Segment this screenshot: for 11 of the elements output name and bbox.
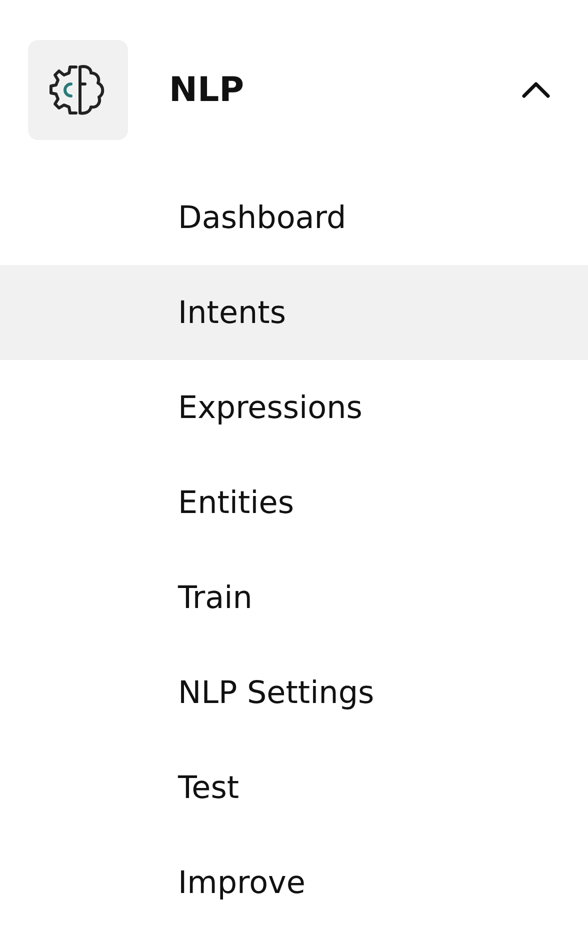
section-title: NLP (169, 70, 246, 110)
menu-item[interactable]: Improve (0, 835, 588, 926)
gear-brain-icon (49, 64, 107, 116)
menu-item[interactable]: Dashboard (0, 170, 588, 265)
menu-item[interactable]: Entities (0, 455, 588, 550)
menu-item[interactable]: Expressions (0, 360, 588, 455)
menu-item[interactable]: NLP Settings (0, 645, 588, 740)
caret-icon[interactable] (521, 81, 551, 99)
menu-item[interactable]: Intents (0, 265, 588, 360)
menu-item[interactable]: Test (0, 740, 588, 835)
menu-item[interactable]: Train (0, 550, 588, 645)
